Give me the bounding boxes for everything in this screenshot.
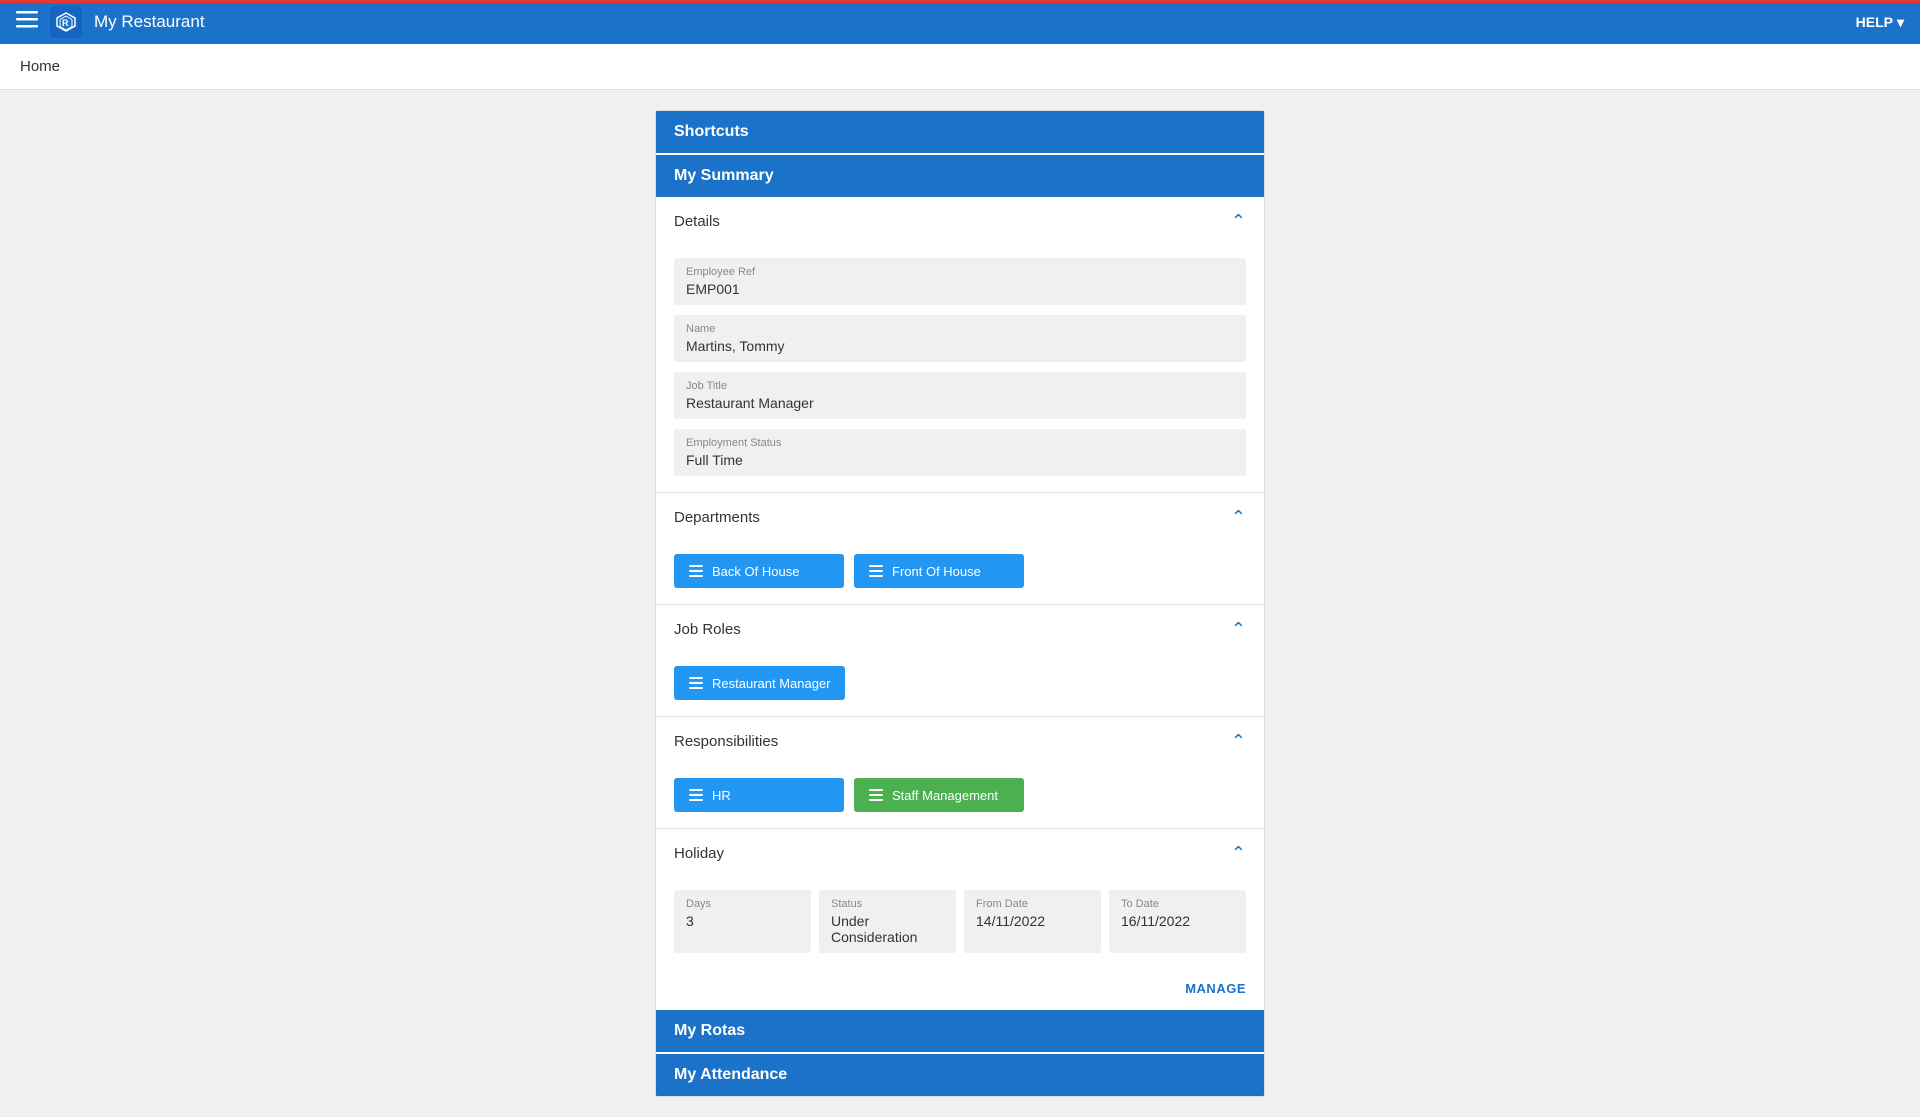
app-title: My Restaurant bbox=[94, 12, 205, 32]
help-button[interactable]: HELP ▾ bbox=[1856, 14, 1904, 31]
hr-responsibility-button[interactable]: HR bbox=[674, 778, 844, 812]
responsibilities-body: HR Staff Management bbox=[656, 766, 1264, 828]
employee-ref-field: Employee Ref EMP001 bbox=[674, 258, 1246, 305]
details-section: Details ⌃ Employee Ref EMP001 Name Marti… bbox=[656, 197, 1264, 493]
responsibilities-tag-row: HR Staff Management bbox=[674, 778, 1246, 812]
responsibilities-chevron-icon: ⌃ bbox=[1231, 731, 1246, 752]
app-logo: R bbox=[50, 6, 82, 38]
manage-link[interactable]: MANAGE bbox=[1185, 981, 1246, 996]
back-of-house-button[interactable]: Back Of House bbox=[674, 554, 844, 588]
holiday-body: Days 3 Status Under Consideration From D… bbox=[656, 878, 1264, 969]
list-icon-4 bbox=[688, 787, 704, 803]
my-rotas-header: My Rotas bbox=[656, 1010, 1264, 1052]
nav-left: R My Restaurant bbox=[16, 6, 205, 38]
summary-card: Shortcuts My Summary Details ⌃ Employee … bbox=[655, 110, 1265, 1097]
name-field: Name Martins, Tommy bbox=[674, 315, 1246, 362]
restaurant-manager-role-button[interactable]: Restaurant Manager bbox=[674, 666, 845, 700]
job-roles-chevron-icon: ⌃ bbox=[1231, 619, 1246, 640]
top-navigation: R My Restaurant HELP ▾ bbox=[0, 0, 1920, 44]
front-of-house-button[interactable]: Front Of House bbox=[854, 554, 1024, 588]
holiday-to-date-cell: To Date 16/11/2022 bbox=[1109, 890, 1246, 953]
departments-toggle[interactable]: Departments ⌃ bbox=[656, 493, 1264, 542]
my-summary-header: My Summary bbox=[656, 155, 1264, 197]
my-attendance-header: My Attendance bbox=[656, 1054, 1264, 1096]
holiday-chevron-icon: ⌃ bbox=[1231, 843, 1246, 864]
holiday-label: Holiday bbox=[674, 845, 724, 862]
job-roles-tag-row: Restaurant Manager bbox=[674, 666, 1246, 700]
svg-text:R: R bbox=[62, 18, 69, 28]
job-roles-toggle[interactable]: Job Roles ⌃ bbox=[656, 605, 1264, 654]
hamburger-icon[interactable] bbox=[16, 8, 38, 36]
holiday-row: Days 3 Status Under Consideration From D… bbox=[674, 890, 1246, 953]
details-label: Details bbox=[674, 213, 720, 230]
staff-management-responsibility-button[interactable]: Staff Management bbox=[854, 778, 1024, 812]
departments-tag-row: Back Of House Front Of House bbox=[674, 554, 1246, 588]
list-icon bbox=[688, 563, 704, 579]
job-roles-label: Job Roles bbox=[674, 621, 741, 638]
job-title-field: Job Title Restaurant Manager bbox=[674, 372, 1246, 419]
details-chevron-icon: ⌃ bbox=[1231, 211, 1246, 232]
main-content: Shortcuts My Summary Details ⌃ Employee … bbox=[0, 90, 1920, 1117]
chevron-down-icon: ▾ bbox=[1897, 14, 1904, 31]
holiday-status-cell: Status Under Consideration bbox=[819, 890, 956, 953]
job-roles-section: Job Roles ⌃ Restaurant Manager bbox=[656, 605, 1264, 717]
responsibilities-toggle[interactable]: Responsibilities ⌃ bbox=[656, 717, 1264, 766]
holiday-from-date-cell: From Date 14/11/2022 bbox=[964, 890, 1101, 953]
job-roles-body: Restaurant Manager bbox=[656, 654, 1264, 716]
departments-chevron-icon: ⌃ bbox=[1231, 507, 1246, 528]
details-toggle[interactable]: Details ⌃ bbox=[656, 197, 1264, 246]
details-body: Employee Ref EMP001 Name Martins, Tommy … bbox=[656, 246, 1264, 492]
manage-row: MANAGE bbox=[656, 969, 1264, 1008]
employment-status-field: Employment Status Full Time bbox=[674, 429, 1246, 476]
departments-section: Departments ⌃ Back Of House Fr bbox=[656, 493, 1264, 605]
holiday-days-cell: Days 3 bbox=[674, 890, 811, 953]
list-icon-2 bbox=[868, 563, 884, 579]
departments-label: Departments bbox=[674, 509, 760, 526]
departments-body: Back Of House Front Of House bbox=[656, 542, 1264, 604]
responsibilities-section: Responsibilities ⌃ HR Staff Ma bbox=[656, 717, 1264, 829]
list-icon-3 bbox=[688, 675, 704, 691]
breadcrumb: Home bbox=[0, 44, 1920, 90]
holiday-section: Holiday ⌃ Days 3 Status Under Considerat… bbox=[656, 829, 1264, 1008]
shortcuts-header: Shortcuts bbox=[656, 111, 1264, 153]
list-icon-5 bbox=[868, 787, 884, 803]
responsibilities-label: Responsibilities bbox=[674, 733, 778, 750]
holiday-toggle[interactable]: Holiday ⌃ bbox=[656, 829, 1264, 878]
